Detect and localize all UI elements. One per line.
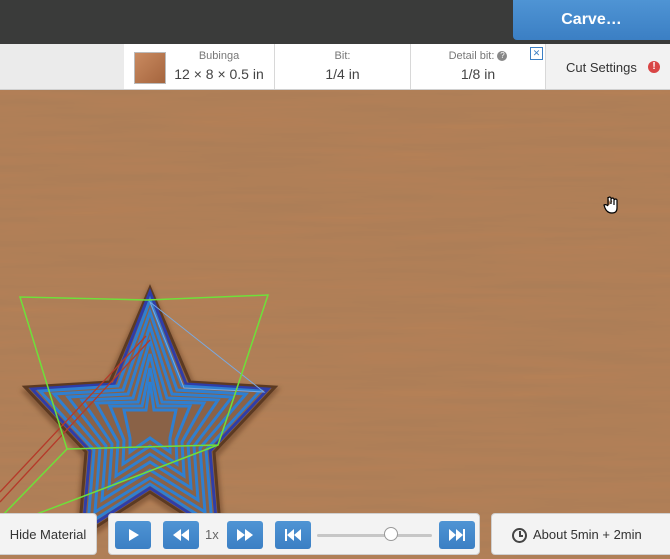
carving-canvas[interactable] [0, 90, 670, 559]
play-icon [129, 529, 139, 541]
help-icon[interactable]: ? [497, 51, 508, 62]
play-button[interactable] [115, 521, 151, 549]
fast-forward-button[interactable] [227, 521, 263, 549]
progress-slider-thumb[interactable] [383, 527, 398, 541]
warning-icon: ! [648, 61, 660, 73]
top-bar: Carve… [0, 0, 670, 44]
playback-controls: 1x [108, 513, 480, 555]
detail-bit-label: Detail bit: [448, 50, 495, 62]
close-icon[interactable]: ✕ [530, 47, 543, 60]
skip-to-start-button[interactable] [275, 521, 311, 549]
bit-selector[interactable]: Bit: 1/4 in [275, 44, 411, 89]
material-dimensions: 12 × 8 × 0.5 in [174, 66, 264, 82]
detail-bit-value: 1/8 in [460, 66, 496, 82]
time-estimate: About 5min + 2min [491, 513, 670, 555]
bit-value: 1/4 in [325, 66, 360, 82]
time-estimate-label: About 5min + 2min [533, 527, 642, 542]
bit-label: Bit: [334, 50, 351, 62]
clock-icon [512, 528, 527, 543]
rewind-icon [173, 529, 189, 541]
skip-forward-icon [449, 529, 465, 541]
speed-indicator[interactable]: 1x [205, 527, 219, 542]
material-name: Bubinga [198, 50, 240, 62]
hide-material-button[interactable]: Hide Material [0, 513, 97, 555]
info-bar-spacer [0, 44, 125, 89]
material-selector[interactable]: Bubinga 12 × 8 × 0.5 in [124, 44, 275, 89]
detail-bit-selector[interactable]: Detail bit:? 1/8 in ✕ [411, 44, 546, 89]
skip-to-end-button[interactable] [439, 521, 475, 549]
fast-forward-icon [237, 529, 253, 541]
detail-bit-label-row: Detail bit:? [411, 50, 545, 62]
skip-back-icon [285, 529, 301, 541]
carve-button[interactable]: Carve… [513, 0, 670, 40]
info-bar: Bubinga 12 × 8 × 0.5 in Bit: 1/4 in Deta… [0, 44, 670, 90]
material-swatch [134, 52, 166, 84]
cut-settings-button[interactable]: Cut Settings ! [546, 44, 670, 89]
rewind-button[interactable] [163, 521, 199, 549]
cut-settings-label: Cut Settings [566, 60, 637, 75]
progress-slider-track[interactable] [317, 534, 432, 537]
